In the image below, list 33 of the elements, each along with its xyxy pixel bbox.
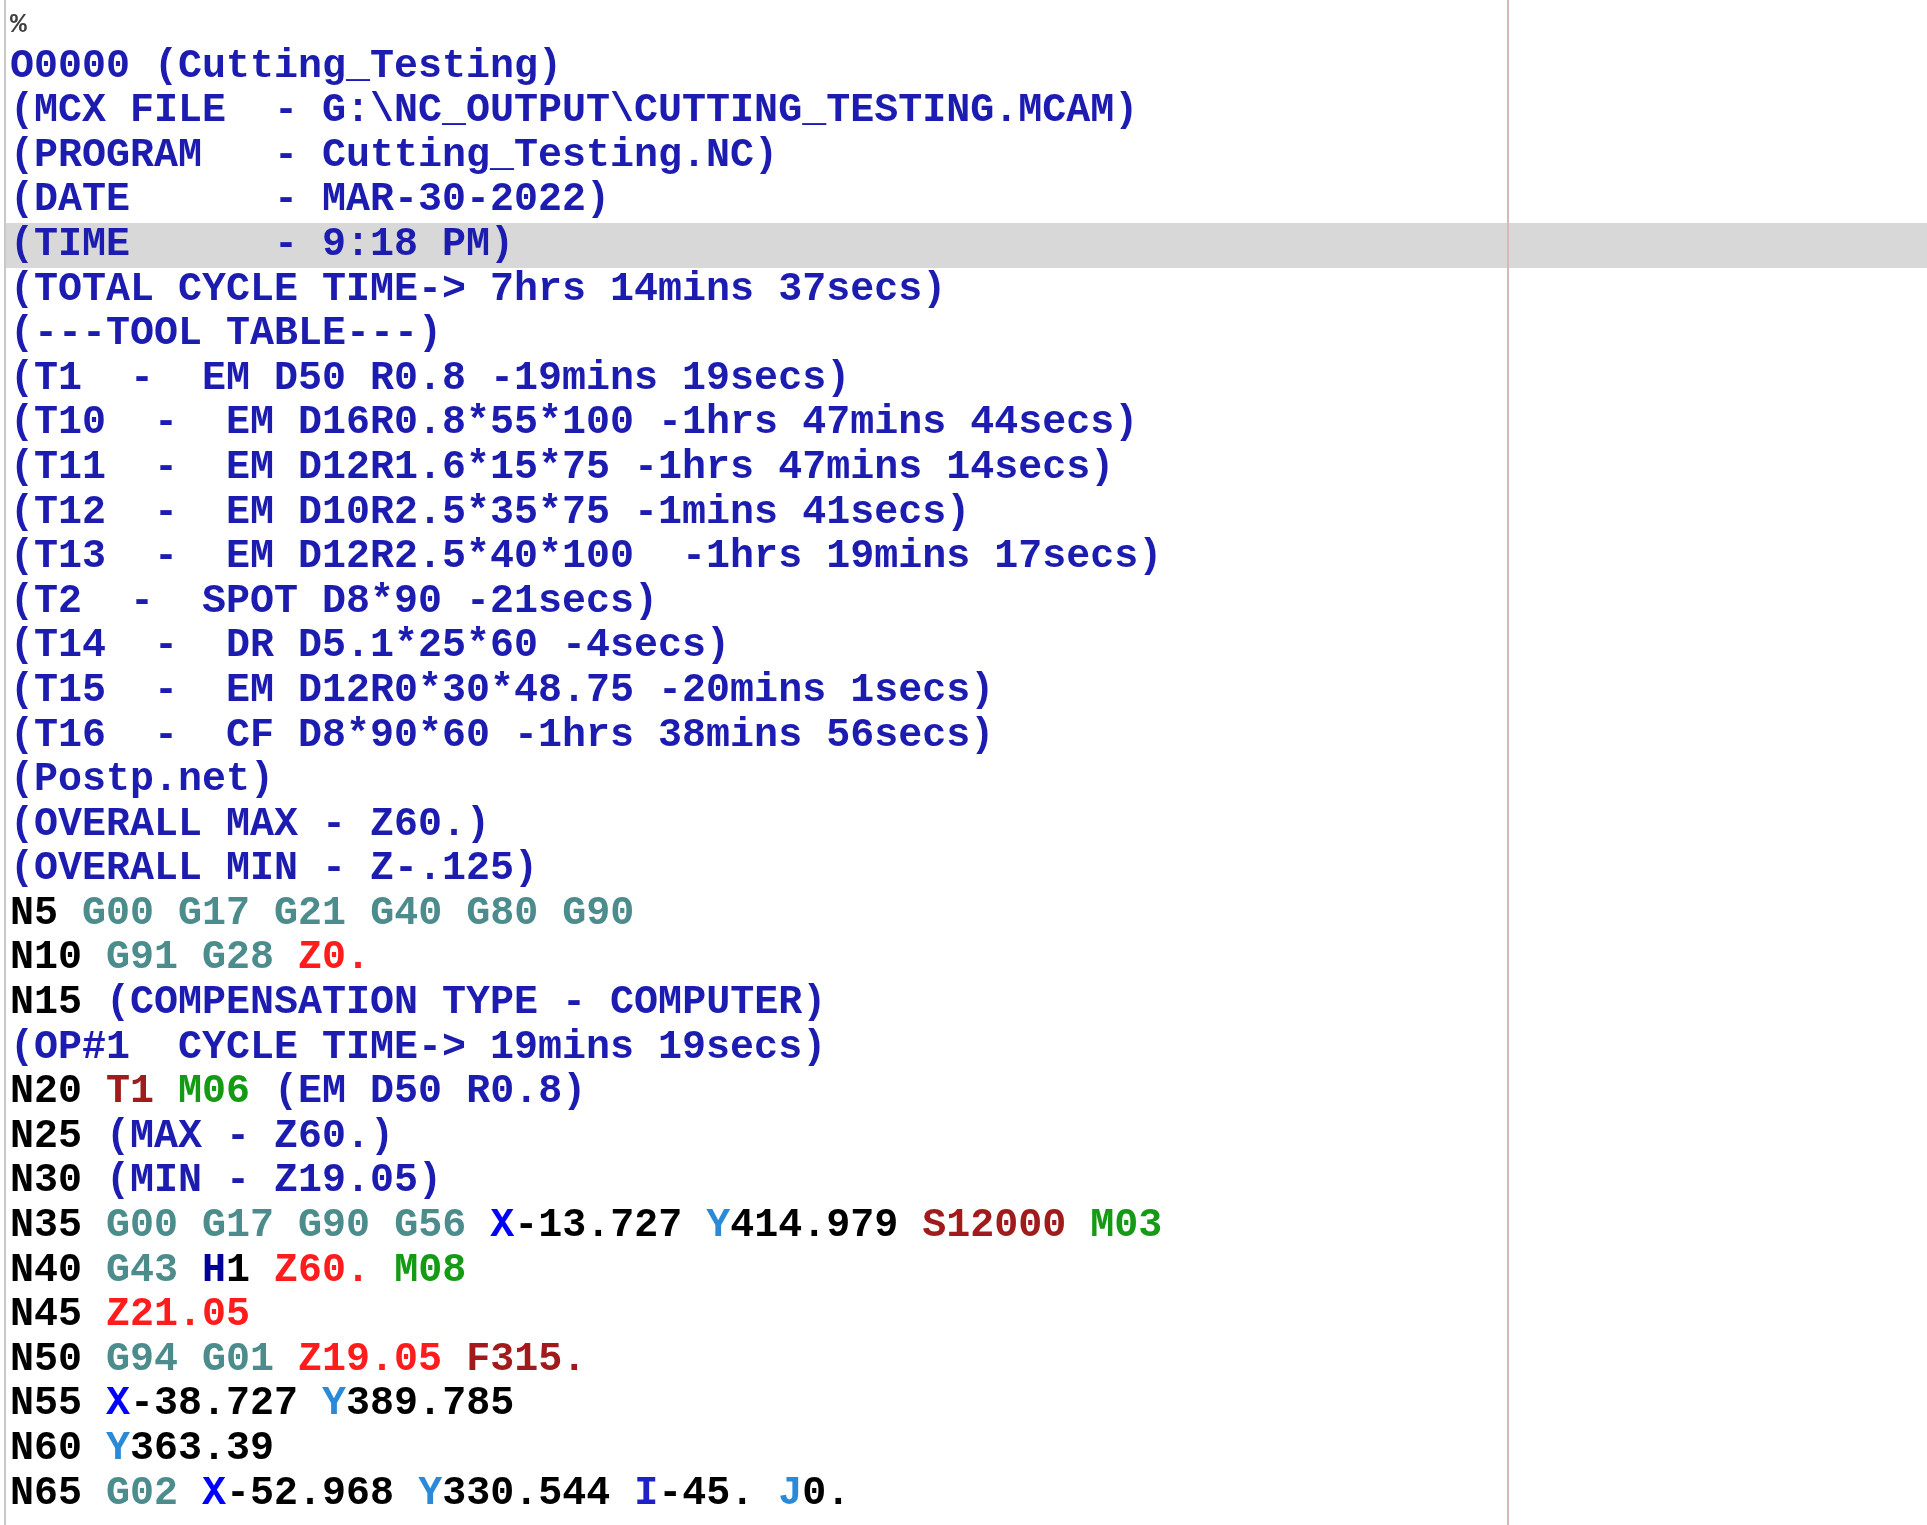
code-line: (T13 - EM D12R2.5*40*100 -1hrs 19mins 17secs) xyxy=(9,535,1164,580)
code-line: N40 G43 H1 Z60. M08 xyxy=(9,1248,468,1294)
code-line: (DATE - MAR-30-2022) xyxy=(9,178,612,223)
code-line: (T11 - EM D12R1.6*15*75 -1hrs 47mins 14secs) xyxy=(9,445,1116,491)
code-line: (T10 - EM D16R0.8*55*100 -1hrs 47mins 44secs) xyxy=(9,401,1140,446)
code-line: N10 G91 G28 Z0. xyxy=(9,936,372,982)
code-line: N15 (COMPENSATION TYPE - COMPUTER) xyxy=(9,981,828,1026)
code-line: N50 G94 G01 Z19.05 F315. xyxy=(9,1337,588,1383)
code-line: N65 G02 X-52.968 Y330.544 I-45. J0. xyxy=(9,1471,852,1517)
code-line: (Postp.net) xyxy=(9,758,276,803)
code-line: N60 Y363.39 xyxy=(9,1427,276,1472)
code-line: (T2 - SPOT D8*90 -21secs) xyxy=(9,579,660,625)
code-line: (---TOOL TABLE---) xyxy=(9,312,444,357)
code-line: (T1 - EM D50 R0.8 -19mins 19secs) xyxy=(9,356,852,402)
code-line: N55 X-38.727 Y389.785 xyxy=(9,1382,516,1427)
code-line: (OVERALL MAX - Z60.) xyxy=(9,802,492,848)
code-line: N5 G00 G17 G21 G40 G80 G90 xyxy=(9,891,636,937)
code-line: (T16 - CF D8*90*60 -1hrs 38mins 56secs) xyxy=(9,713,996,759)
code-line: (TOTAL CYCLE TIME-> 7hrs 14mins 37secs) xyxy=(9,267,948,313)
code-line: N35 G00 G17 G90 G56 X-13.727 Y414.979 S12000 M03 xyxy=(9,1204,1164,1249)
code-line: (OVERALL MIN - Z-.125) xyxy=(9,847,540,892)
code-line: N25 (MAX - Z60.) xyxy=(9,1114,396,1160)
code-line: N20 T1 M06 (EM D50 R0.8) xyxy=(9,1070,588,1115)
code-line: (OP#1 CYCLE TIME-> 19mins 19secs) xyxy=(9,1025,828,1071)
code-line: O0000 (Cutting_Testing) xyxy=(9,44,564,90)
code-line: (T14 - DR D5.1*25*60 -4secs) xyxy=(9,624,732,669)
code-line: (MCX FILE - G:\NC_OUTPUT\CUTTING_TESTING.MCAM) xyxy=(9,89,1140,134)
code-line: (PROGRAM - Cutting_Testing.NC) xyxy=(9,133,780,179)
code-line: % xyxy=(9,8,28,42)
code-line: (T12 - EM D10R2.5*35*75 -1mins 41secs) xyxy=(9,490,972,536)
code-line: N45 Z21.05 xyxy=(9,1293,252,1338)
code-line: N30 (MIN - Z19.05) xyxy=(9,1159,444,1205)
code-line: (T15 - EM D12R0*30*48.75 -20mins 1secs) xyxy=(9,668,996,714)
